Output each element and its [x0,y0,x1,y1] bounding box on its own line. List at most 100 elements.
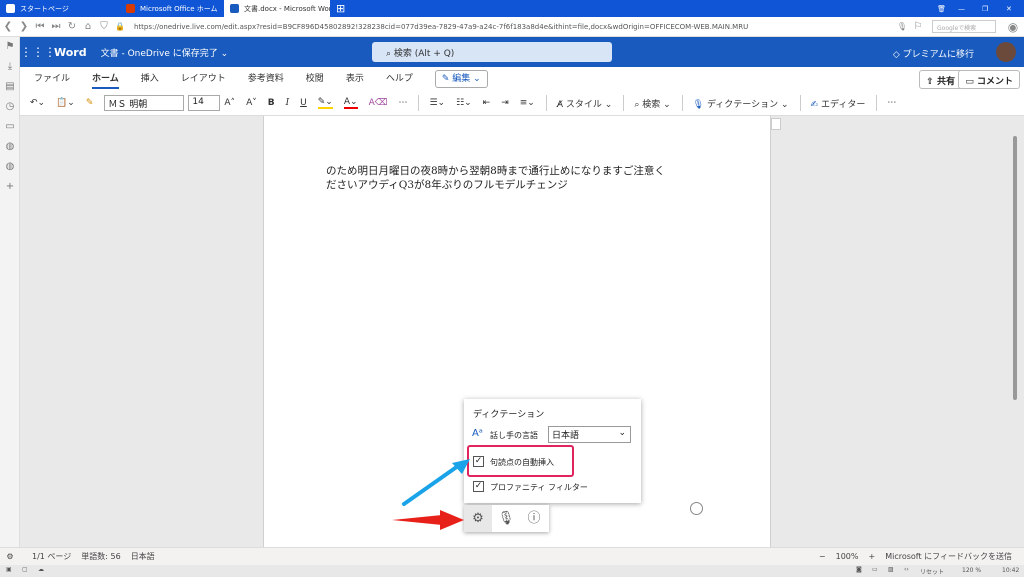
tab-insert[interactable]: 挿入 [141,67,159,91]
font-size-select[interactable]: 14 [188,95,221,111]
dictation-toolbar: ⚙ 🎙 ⓘ [464,505,549,532]
search-input[interactable]: ⌕ 検索 (Alt + Q) [372,42,612,62]
web-panel-icon[interactable]: ◍ [0,137,20,157]
italic-icon[interactable]: I [286,98,290,108]
minimize-button[interactable]: — [952,0,976,17]
avatar[interactable] [996,42,1016,62]
code-icon[interactable]: ‹› [904,566,909,573]
fast-forward-icon[interactable]: ⏭ [48,21,64,32]
rewind-icon[interactable]: ⏮ [32,21,48,32]
forward-icon[interactable]: ❯ [16,21,32,32]
numbering-icon[interactable]: ☷⌄ [456,98,472,108]
editor-label: エディター [820,99,866,110]
edit-mode-button[interactable]: ✎ 編集 ⌄ [434,70,488,88]
window-icon[interactable]: ▭ [0,117,20,137]
highlight-icon[interactable]: ✎⌄ [317,97,333,109]
document-title[interactable]: 文書 - OneDrive に保存完了 ⌄ [101,46,229,59]
undo-icon[interactable]: ↶⌄ [30,98,45,108]
language-select[interactable]: 日本語 ⌄ [548,426,631,443]
app-name[interactable]: Word [54,46,87,59]
help-icon[interactable]: ⓘ [520,505,548,532]
browser-tab[interactable]: スタートページ [0,0,120,17]
window-icon[interactable]: ▢ [22,566,28,573]
editor-button[interactable]: ✍ エディター [811,97,866,110]
notes-icon[interactable]: ▤ [0,77,20,97]
add-panel-icon[interactable]: + [0,177,20,197]
increase-indent-icon[interactable]: ⇥ [501,98,509,108]
bookmarks-icon[interactable]: ⚑ [0,37,20,57]
bullets-icon[interactable]: ☰⌄ [429,98,445,108]
browser-tab[interactable]: Microsoft Office ホーム [120,0,224,17]
share-button[interactable]: ⇪ 共有 [919,70,962,89]
scrollbar[interactable] [1013,136,1017,400]
premium-link[interactable]: ◇ プレミアムに移行 [893,47,974,60]
menu-tabs: ファイル ホーム 挿入 レイアウト 参考資料 校閲 表示 ヘルプ ✎ 編集 ⌄ … [20,67,1024,91]
history-icon[interactable]: ◷ [0,97,20,117]
shrink-font-icon[interactable]: A˅ [246,98,257,108]
new-tab-button[interactable]: ⊞ [330,0,351,17]
zoom-level[interactable]: 100% [836,552,859,561]
reset-link[interactable]: リセット [920,567,944,576]
scroll-thumb[interactable] [771,118,781,130]
tab-references[interactable]: 参考資料 [248,67,284,91]
auto-punctuation-checkbox[interactable]: ✓ [473,456,484,467]
close-button[interactable]: ✕ [1000,0,1024,17]
browser-side-panel: ⚑ ⤓ ▤ ◷ ▭ ◍ ◍ + [0,37,20,547]
underline-icon[interactable]: U [300,98,307,108]
more-options-icon[interactable]: ⋯ [887,98,896,108]
tab-file[interactable]: ファイル [34,67,70,91]
dictate-button[interactable]: 🎙 ディクテーション ⌄ [693,97,789,110]
tab-view[interactable]: 表示 [346,67,364,91]
font-name-select[interactable]: ＭＳ 明朝 [104,95,185,111]
home-icon[interactable]: ⌂ [80,21,96,32]
microphone-icon[interactable]: 🎙 [492,505,520,532]
settings-icon[interactable]: ⚙ [0,552,20,561]
profile-icon[interactable]: ◉ [1002,20,1024,34]
clear-format-icon[interactable]: A⌫ [369,98,388,108]
browser-tab-active[interactable]: 文書.docx - Microsoft Word [224,0,330,17]
gear-icon[interactable]: ⚙ [464,505,492,532]
blue-arrow [402,459,470,506]
font-color-icon[interactable]: A⌄ [343,97,358,109]
image-icon[interactable]: ▨ [888,566,894,573]
web-panel-icon[interactable]: ◍ [0,157,20,177]
app-launcher-icon[interactable]: ⋮⋮⋮ [20,45,56,59]
downloads-icon[interactable]: ⤓ [0,57,20,77]
cloud-icon[interactable]: ☁ [38,566,44,573]
trash-icon[interactable]: 🗑 [931,0,952,17]
back-icon[interactable]: ❮ [0,21,16,32]
zoom-value[interactable]: 120 % [962,567,981,574]
document-line[interactable]: のため明日月曜日の夜8時から翌朝8時まで通行止めになりますご注意く [326,163,665,178]
bold-icon[interactable]: B [268,98,275,108]
reload-icon[interactable]: ↻ [64,21,80,32]
tile-icon[interactable]: ▭ [872,566,878,573]
decrease-indent-icon[interactable]: ⇤ [483,98,491,108]
more-icon[interactable]: ⋯ [398,98,407,108]
profanity-filter-checkbox[interactable]: ✓ [473,481,484,492]
comment-button[interactable]: ▭ コメント [958,70,1020,89]
tab-help[interactable]: ヘルプ [386,67,413,91]
find-button[interactable]: ⌕ 検索 ⌄ [634,97,670,110]
camera-icon[interactable]: ◙ [856,566,862,573]
tab-layout[interactable]: レイアウト [181,67,226,91]
format-painter-icon[interactable]: ✎ [86,98,94,108]
paste-icon[interactable]: 📋⌄ [56,98,75,108]
page-count: 1/1 ページ [32,552,72,561]
language-status[interactable]: 日本語 [131,551,155,562]
zoom-in-button[interactable]: + [869,552,876,561]
tab-review[interactable]: 校閲 [306,67,324,91]
mic-icon[interactable]: 🎙 [894,22,910,31]
align-icon[interactable]: ≡⌄ [520,98,535,108]
panel-toggle-icon[interactable]: ▣ [6,566,12,573]
maximize-button[interactable]: ❐ [976,0,1000,17]
bookmark-icon[interactable]: ⚐ [910,21,926,32]
document-line[interactable]: ださいアウディQ3が8年ぶりのフルモデルチェンジ [326,177,568,192]
tab-home[interactable]: ホーム [92,67,119,91]
zoom-out-button[interactable]: − [819,552,826,561]
url-field[interactable]: https://onedrive.live.com/edit.aspx?resi… [128,23,894,31]
google-search-input[interactable]: Googleで検索 [932,20,996,33]
grow-font-icon[interactable]: A˄ [224,98,235,108]
styles-button[interactable]: A̸ スタイル ⌄ [557,97,612,110]
shield-icon[interactable]: ⛉ [96,21,112,32]
feedback-link[interactable]: Microsoft にフィードバックを送信 [885,551,1012,562]
